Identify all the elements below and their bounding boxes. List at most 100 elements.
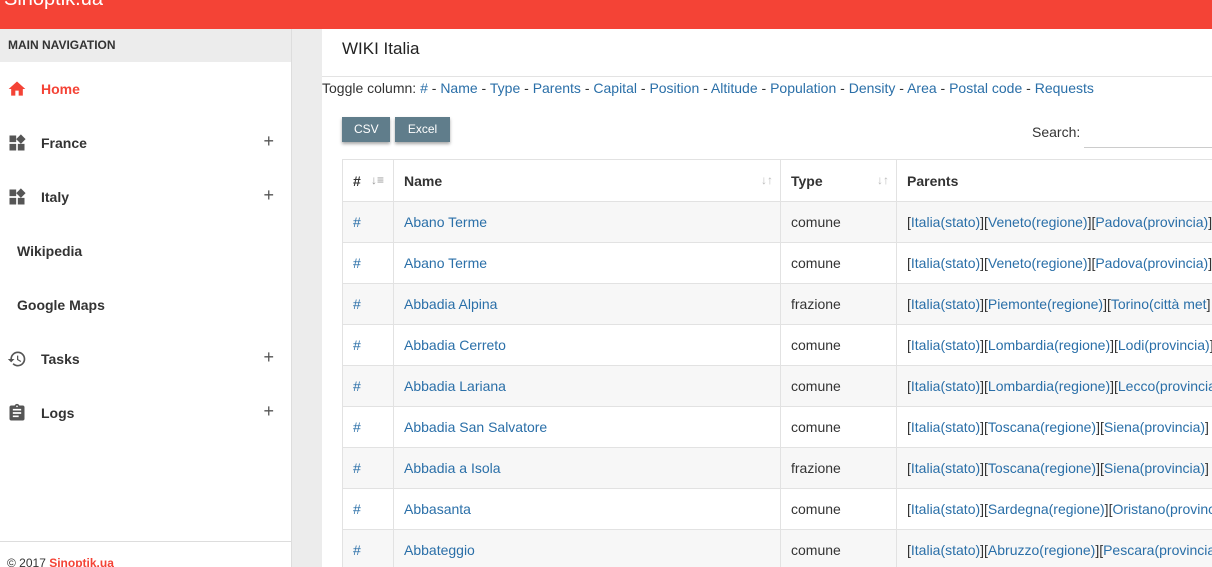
toggle-column-link[interactable]: Capital	[593, 80, 637, 96]
cell-type: comune	[780, 365, 897, 407]
name-link[interactable]: Abbadia Alpina	[404, 296, 497, 312]
toggle-column-link[interactable]: Type	[490, 80, 520, 96]
row-anchor-link[interactable]: #	[353, 337, 361, 353]
sidebar-item-wikipedia[interactable]: Wikipedia	[0, 224, 291, 278]
cell-hash: #	[342, 201, 394, 243]
parent-link[interactable]: Padova(provincia)	[1095, 255, 1208, 271]
column-header-name[interactable]: Name ↓↑	[393, 159, 781, 202]
row-anchor-link[interactable]: #	[353, 419, 361, 435]
column-header-hash[interactable]: # ↓≡	[342, 159, 394, 202]
row-anchor-link[interactable]: #	[353, 214, 361, 230]
parent-link[interactable]: Italia(stato)	[911, 378, 980, 394]
cell-name: Abano Terme	[393, 242, 781, 284]
sidebar-item-home[interactable]: Home	[0, 62, 291, 116]
toggle-column-link[interactable]: Population	[770, 80, 836, 96]
row-anchor-link[interactable]: #	[353, 460, 361, 476]
name-link[interactable]: Abbadia San Salvatore	[404, 419, 547, 435]
cell-type: frazione	[780, 447, 897, 489]
name-link[interactable]: Abbateggio	[404, 542, 475, 558]
search-input[interactable]	[1084, 118, 1212, 148]
toggle-separator: -	[477, 80, 490, 96]
parent-link[interactable]: Italia(stato)	[911, 460, 980, 476]
parent-link[interactable]: Veneto(regione)	[988, 255, 1088, 271]
top-app-bar: Sinoptik.ua	[0, 0, 1212, 29]
toggle-column-link[interactable]: Name	[440, 80, 477, 96]
row-anchor-link[interactable]: #	[353, 255, 361, 271]
parent-link[interactable]: Piemonte(regione)	[988, 296, 1103, 312]
parent-link[interactable]: Italia(stato)	[911, 501, 980, 517]
parent-link[interactable]: Italia(stato)	[911, 419, 980, 435]
page-title: WIKI Italia	[342, 39, 420, 58]
sidebar-item-france[interactable]: France +	[0, 116, 291, 170]
sidebar-item-google-maps[interactable]: Google Maps	[0, 278, 291, 332]
cell-hash: #	[342, 406, 394, 448]
app-brand[interactable]: Sinoptik.ua	[4, 0, 103, 11]
column-header-type[interactable]: Type ↓↑	[780, 159, 897, 202]
toggle-column-link[interactable]: Parents	[533, 80, 581, 96]
sidebar-item-tasks[interactable]: Tasks +	[0, 332, 291, 386]
table-row: # Abbasanta comune [Italia(stato)][Sardegna…	[342, 488, 1212, 530]
sidebar-item-logs[interactable]: Logs +	[0, 386, 291, 440]
name-link[interactable]: Abbasanta	[404, 501, 471, 517]
parent-link[interactable]: Lodi(provincia)	[1118, 337, 1210, 353]
toggle-column-link[interactable]: Altitude	[711, 80, 758, 96]
parent-link[interactable]: Lombardia(regione)	[988, 378, 1110, 394]
parent-link[interactable]: Italia(stato)	[911, 255, 980, 271]
parent-link[interactable]: Sardegna(regione)	[988, 501, 1105, 517]
row-anchor-link[interactable]: #	[353, 542, 361, 558]
row-anchor-link[interactable]: #	[353, 501, 361, 517]
toggle-column-link[interactable]: Requests	[1035, 80, 1094, 96]
sidebar-item-label: Logs	[41, 405, 75, 421]
parent-link[interactable]: Italia(stato)	[911, 337, 980, 353]
name-link[interactable]: Abbadia Cerreto	[404, 337, 506, 353]
excel-export-button[interactable]: Excel	[395, 117, 450, 142]
toggle-column-link[interactable]: Density	[849, 80, 896, 96]
name-link[interactable]: Abbadia a Isola	[404, 460, 501, 476]
cell-type: comune	[780, 201, 897, 243]
toggle-separator: -	[836, 80, 849, 96]
expand-plus-icon[interactable]: +	[263, 131, 274, 152]
cell-parents: [Italia(stato)][Piemonte(regione)][Torin…	[896, 283, 1212, 325]
column-header-label: Parents	[907, 172, 959, 189]
toggle-column-link[interactable]: Area	[907, 80, 937, 96]
row-anchor-link[interactable]: #	[353, 378, 361, 394]
expand-plus-icon[interactable]: +	[263, 401, 274, 422]
table-row: # Abbadia a Isola frazione [Italia(stato)][…	[342, 447, 1212, 489]
parent-link[interactable]: Italia(stato)	[911, 214, 980, 230]
parent-link[interactable]: Veneto(regione)	[988, 214, 1088, 230]
name-link[interactable]: Abano Terme	[404, 214, 487, 230]
footer-link[interactable]: Sinoptik.ua	[49, 556, 114, 567]
parent-link[interactable]: Toscana(regione)	[988, 460, 1096, 476]
widgets-icon	[9, 188, 26, 205]
parent-link[interactable]: Padova(provincia)	[1095, 214, 1208, 230]
parent-link[interactable]: Italia(stato)	[911, 296, 980, 312]
column-header-parents[interactable]: Parents	[896, 159, 1212, 202]
csv-export-button[interactable]: CSV	[342, 117, 390, 142]
toggle-column-link[interactable]: Position	[649, 80, 699, 96]
expand-plus-icon[interactable]: +	[263, 347, 274, 368]
cell-parents: [Italia(stato)][Toscana(regione)][Siena(…	[896, 447, 1212, 489]
parent-link[interactable]: Siena(provincia)	[1104, 419, 1205, 435]
toggle-column-link[interactable]: Postal code	[949, 80, 1022, 96]
parent-link[interactable]: Pescara(provincia	[1103, 542, 1212, 558]
expand-plus-icon[interactable]: +	[263, 185, 274, 206]
parent-link[interactable]: Lecco(provincia	[1118, 378, 1212, 394]
row-anchor-link[interactable]: #	[353, 296, 361, 312]
toggle-column-link[interactable]: #	[420, 80, 428, 96]
parent-link[interactable]: Siena(provincia)	[1104, 460, 1205, 476]
parent-link[interactable]: Lombardia(regione)	[988, 337, 1110, 353]
cell-parents: [Italia(stato)][Abruzzo(regione)][Pescar…	[896, 529, 1212, 567]
cell-type: frazione	[780, 283, 897, 325]
name-link[interactable]: Abano Terme	[404, 255, 487, 271]
parent-link[interactable]: Abruzzo(regione)	[988, 542, 1095, 558]
cell-parents: [Italia(stato)][Lombardia(regione)][Lecc…	[896, 365, 1212, 407]
parent-link[interactable]: Torino(città met	[1111, 296, 1207, 312]
sort-icon: ↓↑	[877, 173, 889, 187]
sidebar-item-italy[interactable]: Italy +	[0, 170, 291, 224]
table-header-row: # ↓≡ Name ↓↑ Type ↓↑ Parents	[342, 159, 1212, 202]
parent-link[interactable]: Toscana(regione)	[988, 419, 1096, 435]
parent-link[interactable]: Oristano(provinc	[1112, 501, 1212, 517]
parent-link[interactable]: Italia(stato)	[911, 542, 980, 558]
name-link[interactable]: Abbadia Lariana	[404, 378, 506, 394]
sort-asc-icon: ↓≡	[371, 173, 385, 187]
